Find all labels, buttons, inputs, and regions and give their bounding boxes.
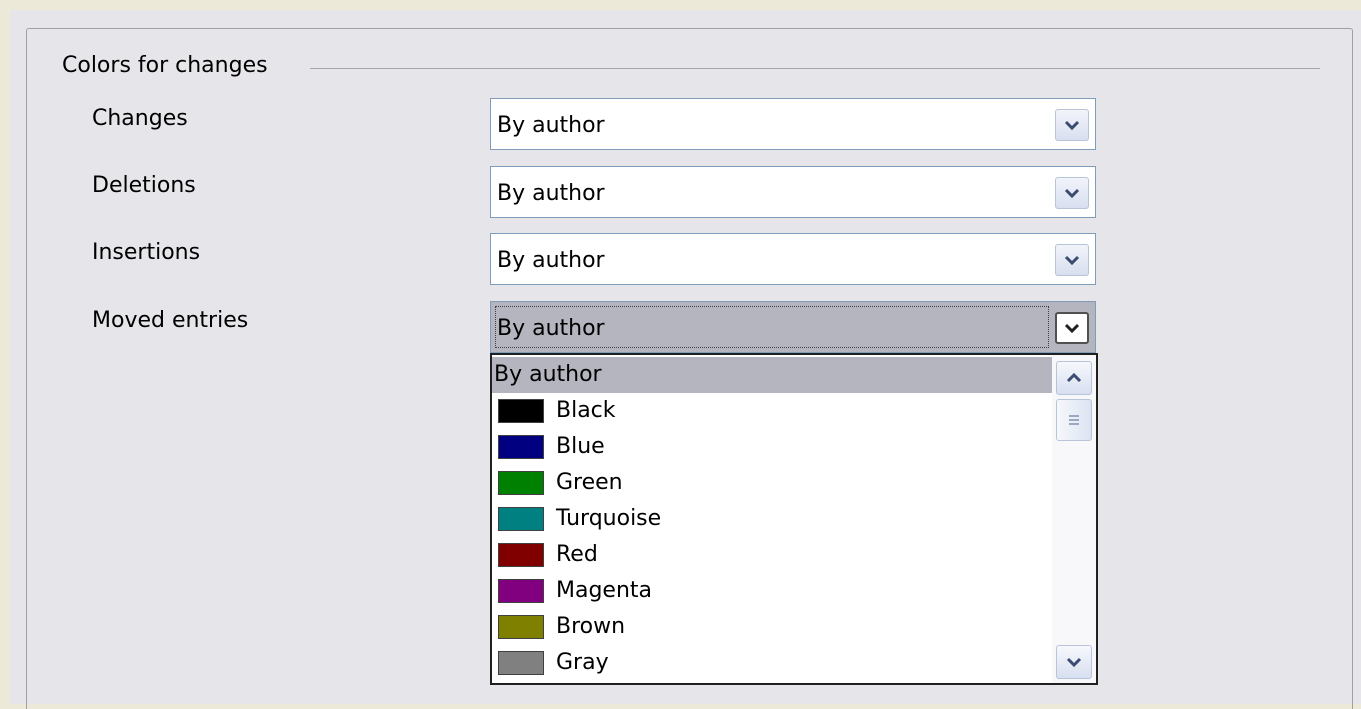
changes-color-select[interactable]: By author [490,98,1096,150]
moved-entries-color-value: By author [497,316,605,341]
insertions-color-value: By author [497,248,605,273]
list-item[interactable]: Green [492,465,1052,501]
deletions-color-value: By author [497,181,605,206]
list-item[interactable]: Red [492,537,1052,573]
changes-color-value: By author [497,113,605,138]
color-swatch [498,507,544,531]
color-swatch [498,615,544,639]
chevron-up-icon[interactable] [1056,361,1092,395]
insertions-label: Insertions [92,240,201,265]
deletions-color-select[interactable]: By author [490,166,1096,218]
grip-icon[interactable] [1056,399,1092,441]
color-dropdown-list[interactable]: By author Black Blue Green Turquoise Red… [490,353,1098,685]
chevron-down-icon[interactable] [1055,244,1089,276]
list-item[interactable]: Brown [492,609,1052,645]
list-scrollbar[interactable] [1052,355,1096,683]
color-swatch [498,435,544,459]
list-item[interactable]: Gray [492,645,1052,681]
list-item[interactable]: Turquoise [492,501,1052,537]
list-item[interactable]: Blue [492,429,1052,465]
list-item[interactable]: Black [492,393,1052,429]
changes-label: Changes [92,106,188,131]
chevron-down-icon[interactable] [1055,177,1089,209]
color-swatch [498,543,544,567]
color-swatch [498,651,544,675]
deletions-label: Deletions [92,173,196,198]
chevron-down-icon[interactable] [1055,109,1089,141]
section-divider [310,68,1320,69]
color-swatch [498,471,544,495]
list-item[interactable]: By author [492,357,1052,393]
chevron-down-icon[interactable] [1055,312,1089,344]
moved-entries-color-select[interactable]: By author [490,301,1096,353]
chevron-down-icon[interactable] [1056,645,1092,679]
moved-entries-label: Moved entries [92,308,249,333]
color-swatch [498,579,544,603]
section-title: Colors for changes [62,53,268,78]
list-item[interactable]: Magenta [492,573,1052,609]
color-swatch [498,399,544,423]
insertions-color-select[interactable]: By author [490,233,1096,285]
